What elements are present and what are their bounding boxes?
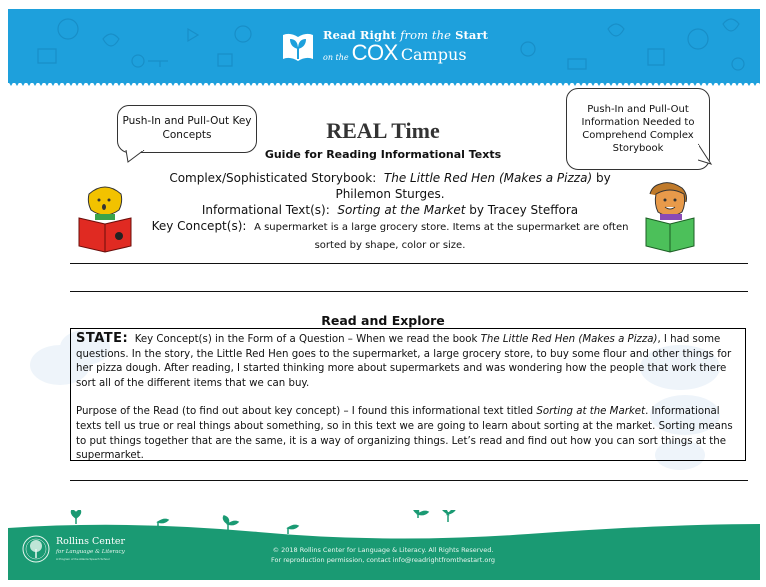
- copyright-text: © 2018 Rollins Center for Language & Lit…: [272, 546, 494, 554]
- girl-reading-illustration: [645, 182, 695, 253]
- key-concept-line: Key Concept(s): A supermarket is a large…: [151, 219, 629, 251]
- storybook-line: Complex/Sophisticated Storybook: The Lit…: [169, 171, 611, 201]
- permission-text: For reproduction permission, contact inf…: [271, 556, 495, 564]
- banner-zigzag-edge: [8, 81, 760, 86]
- brand-campus: Campus: [400, 45, 467, 65]
- footer-copyright: © 2018 Rollins Center for Language & Lit…: [0, 545, 766, 565]
- cox-campus-logo: Read Right from the Start on the COX Cam…: [281, 26, 488, 68]
- informational-text-line: Informational Text(s): Sorting at the Ma…: [201, 203, 579, 217]
- brand-cox: COX: [351, 40, 399, 66]
- state-label: STATE:: [76, 331, 129, 346]
- section-title-read-explore: Read and Explore: [321, 313, 445, 328]
- divider-line-3: [70, 480, 748, 481]
- page-title: REAL Time: [326, 118, 440, 143]
- brand-tagline: Read Right from the Start: [323, 27, 489, 42]
- header-banner: Read Right from the Start on the COX Cam…: [8, 9, 760, 83]
- text-info: Complex/Sophisticated Storybook: The Lit…: [150, 170, 630, 254]
- open-book-sprout-icon: [283, 33, 313, 61]
- boy-reading-illustration: [78, 186, 132, 253]
- purpose-paragraph: Purpose of the Read (to find out about k…: [76, 406, 733, 462]
- state-paragraph: STATE: Key Concept(s) in the Form of a Q…: [76, 331, 732, 389]
- divider-line-1: [70, 263, 748, 264]
- divider-line-2: [70, 291, 748, 292]
- page-subtitle: Guide for Reading Informational Texts: [264, 148, 502, 161]
- brand-on-the: on the: [323, 53, 349, 63]
- read-explore-box: STATE: Key Concept(s) in the Form of a Q…: [70, 328, 746, 461]
